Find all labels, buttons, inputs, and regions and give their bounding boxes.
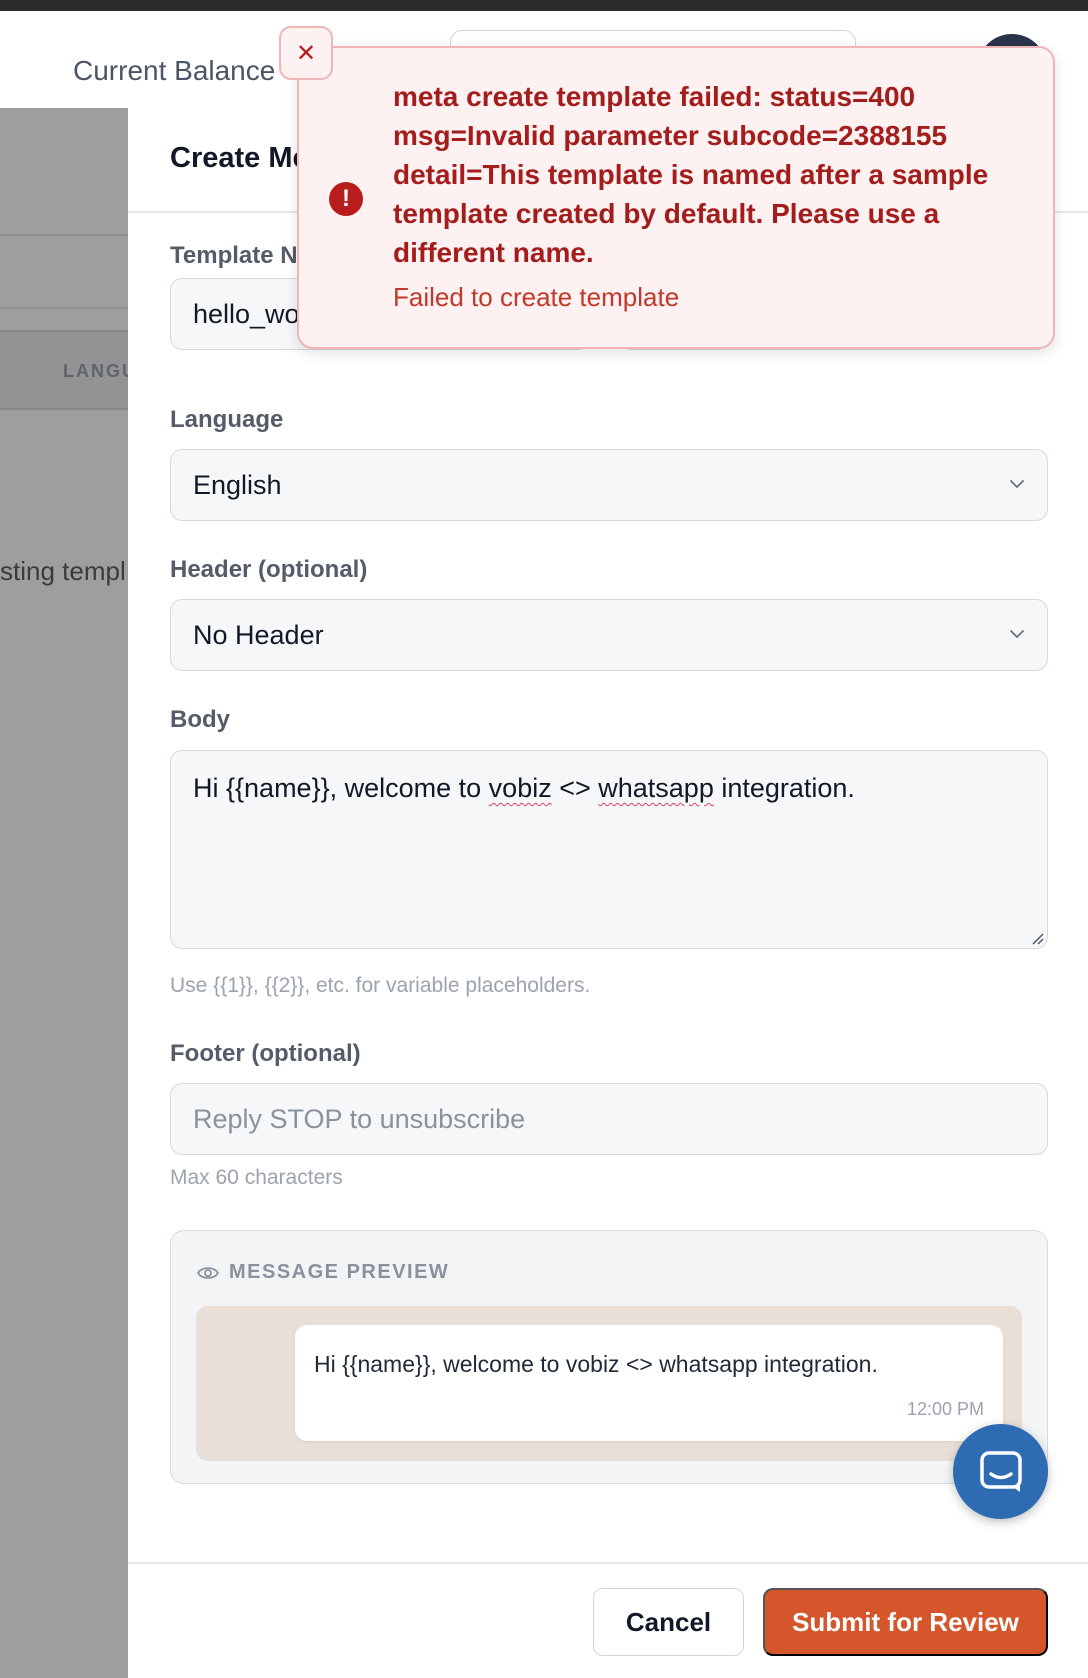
eye-icon xyxy=(197,1266,219,1279)
body-label: Body xyxy=(170,706,230,733)
cancel-button[interactable]: Cancel xyxy=(593,1588,744,1656)
bubble-time: 12:00 PM xyxy=(906,1399,984,1419)
footer-hint: Max 60 characters xyxy=(170,1166,343,1189)
background-column-header: LANGU xyxy=(63,361,137,381)
preview-heading-text: MESSAGE PREVIEW xyxy=(229,1261,450,1283)
chat-background: Hi {{name}}, welcome to vobiz <> whatsap… xyxy=(196,1306,1022,1461)
language-select[interactable]: English xyxy=(170,449,1048,521)
resize-handle-icon[interactable] xyxy=(1030,931,1044,945)
footer-divider xyxy=(128,1562,1088,1564)
header-value: No Header xyxy=(193,619,324,650)
body-text: Hi {{name}}, welcome to vobiz <> whatsap… xyxy=(193,773,855,803)
spellcheck-word: whatsapp xyxy=(598,773,714,803)
current-balance-label: Current Balance xyxy=(73,55,276,86)
footer-placeholder: Reply STOP to unsubscribe xyxy=(193,1103,526,1134)
chat-icon xyxy=(979,1450,1022,1492)
header-label: Header (optional) xyxy=(170,556,368,583)
header-select[interactable]: No Header xyxy=(170,599,1048,671)
toast-message: meta create template failed: status=400 … xyxy=(393,81,989,268)
message-preview: MESSAGE PREVIEW Hi {{name}}, welcome to … xyxy=(170,1230,1048,1484)
template-name-value: hello_wor xyxy=(193,298,309,329)
template-name-label: Template N xyxy=(170,242,298,269)
body-textarea[interactable]: Hi {{name}}, welcome to vobiz <> whatsap… xyxy=(170,750,1048,949)
background-divider xyxy=(0,307,128,309)
toast-subtitle: Failed to create template xyxy=(393,282,680,312)
panel-title: Create Me xyxy=(170,142,309,174)
submit-for-review-button[interactable]: Submit for Review xyxy=(763,1588,1048,1656)
bubble-text: Hi {{name}}, welcome to vobiz <> whatsap… xyxy=(314,1351,878,1377)
body-hint: Use {{1}}, {{2}}, etc. for variable plac… xyxy=(170,974,591,997)
background-row-text: sting templ xyxy=(0,556,126,586)
spellcheck-word: vobiz xyxy=(488,773,552,803)
language-label: Language xyxy=(170,406,284,433)
close-icon[interactable]: ✕ xyxy=(279,26,333,80)
chevron-down-icon xyxy=(1010,480,1024,489)
footer-input[interactable]: Reply STOP to unsubscribe xyxy=(170,1083,1048,1155)
footer-label: Footer (optional) xyxy=(170,1040,361,1067)
error-toast: ! meta create template failed: status=40… xyxy=(297,46,1055,349)
message-bubble: Hi {{name}}, welcome to vobiz <> whatsap… xyxy=(295,1325,1003,1441)
chevron-down-icon xyxy=(1010,630,1024,639)
preview-heading: MESSAGE PREVIEW xyxy=(197,1261,449,1284)
background-divider xyxy=(0,234,128,236)
chat-launcher-button[interactable] xyxy=(953,1424,1048,1519)
window-top-strip xyxy=(0,0,1088,11)
alert-circle-icon: ! xyxy=(329,182,363,216)
language-value: English xyxy=(193,469,282,500)
